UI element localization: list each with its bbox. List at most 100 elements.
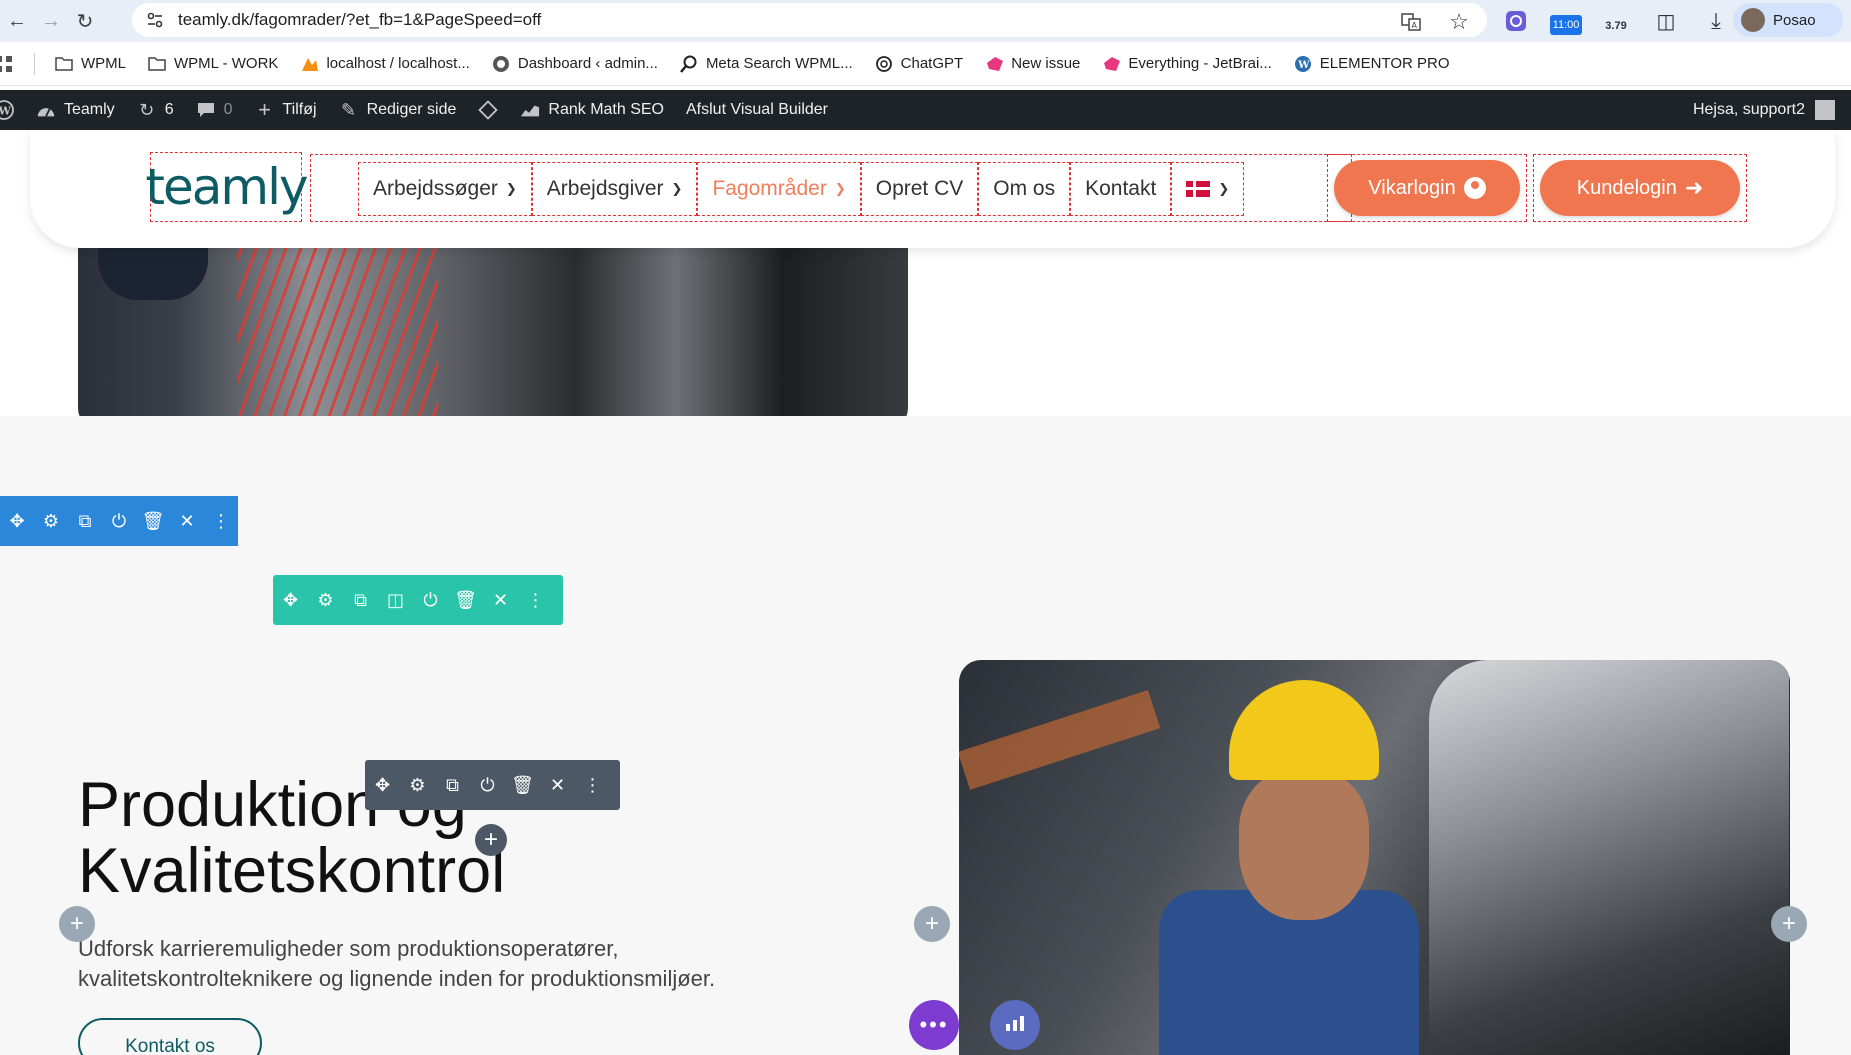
apps-grid-icon[interactable] <box>0 55 14 73</box>
duplicate-icon[interactable]: ⧉ <box>343 575 378 625</box>
power-icon[interactable]: ⏻ <box>413 575 448 625</box>
wp-logo-button[interactable]: W <box>0 100 14 120</box>
svg-text:A: A <box>1412 21 1418 30</box>
bookmark-wpml[interactable]: WPML <box>55 55 126 73</box>
back-icon[interactable]: ← <box>0 4 34 38</box>
address-bar[interactable]: teamly.dk/fagomrader/?et_fb=1&PageSpeed=… <box>132 3 1487 37</box>
move-icon[interactable]: ✥ <box>0 496 34 546</box>
add-column-middle-button[interactable]: + <box>914 906 950 942</box>
vikarlogin-button[interactable]: Vikarlogin <box>1334 160 1520 216</box>
menu-item-opret-cv[interactable]: Opret CV <box>860 162 979 216</box>
wp-account[interactable]: Hejsa, support2 <box>1693 90 1835 130</box>
more-vertical-icon[interactable]: ⋮ <box>204 496 238 546</box>
trash-icon[interactable]: 🗑 <box>505 760 540 810</box>
site-logo[interactable]: teamly <box>145 152 309 222</box>
extension-speed-icon[interactable]: 3.79 <box>1600 5 1632 37</box>
avatar <box>1741 8 1765 32</box>
folder-icon <box>55 55 73 73</box>
forward-icon[interactable]: → <box>34 4 68 38</box>
rank-math-label: Rank Math SEO <box>548 101 664 118</box>
wp-updates[interactable]: ↻ 6 <box>137 100 173 120</box>
move-icon[interactable]: ✥ <box>365 760 400 810</box>
plus-icon: + <box>258 97 271 122</box>
menu-label: Arbejdsgiver <box>546 177 664 200</box>
orange-beam-shape <box>959 690 1161 790</box>
menu-label: Om os <box>993 177 1056 200</box>
extension-gear-icon[interactable] <box>1500 5 1532 37</box>
search-icon <box>679 55 698 73</box>
bookmark-dashboard[interactable]: Dashboard ‹ admin... <box>492 55 658 73</box>
wp-comments[interactable]: 0 <box>196 100 233 120</box>
bookmark-label: WPML - WORK <box>174 55 279 72</box>
menu-item-arbejdsgiver[interactable]: Arbejdsgiver ❯ <box>531 162 698 216</box>
danish-flag-icon <box>1186 181 1211 197</box>
close-icon[interactable]: ✕ <box>170 496 204 546</box>
translate-icon[interactable]: A <box>1395 6 1427 38</box>
logo-text: teamly <box>145 158 308 216</box>
factory-worker-image <box>959 660 1790 1055</box>
jetbrains-icon <box>1102 55 1121 73</box>
move-icon[interactable]: ✥ <box>273 575 308 625</box>
builder-menu-button[interactable]: ••• <box>909 1000 959 1050</box>
trash-icon[interactable]: 🗑 <box>448 575 483 625</box>
power-icon[interactable]: ⏻ <box>102 496 136 546</box>
kontakt-os-button[interactable]: Kontakt os <box>78 1018 262 1055</box>
rank-math-icon <box>520 100 540 120</box>
title-line-2: Kvalitetskontrol <box>78 836 506 906</box>
add-module-button[interactable]: + <box>475 824 507 856</box>
avatar <box>1815 100 1835 120</box>
menu-item-om-os[interactable]: Om os <box>978 162 1071 216</box>
columns-icon[interactable]: ◫ <box>378 575 413 625</box>
globe-icon <box>492 55 510 73</box>
kundelogin-button[interactable]: Kundelogin ➜ <box>1540 160 1740 216</box>
wp-edit-page[interactable]: ✎ Rediger side <box>339 100 456 120</box>
page-stats-button[interactable] <box>990 1000 1040 1050</box>
comments-count: 0 <box>223 101 233 118</box>
wp-exit-builder[interactable]: Afslut Visual Builder <box>686 101 828 119</box>
duplicate-icon[interactable]: ⧉ <box>68 496 102 546</box>
close-icon[interactable]: ✕ <box>483 575 518 625</box>
user-circle-icon <box>1463 177 1486 199</box>
more-vertical-icon[interactable]: ⋮ <box>518 575 553 625</box>
add-column-left-button[interactable]: + <box>59 906 95 942</box>
bookmark-localhost[interactable]: localhost / localhost... <box>300 55 470 73</box>
bookmark-elementor-pro[interactable]: W ELEMENTOR PRO <box>1294 55 1450 73</box>
language-switcher[interactable]: ❯ <box>1171 162 1245 216</box>
reload-icon[interactable]: ↻ <box>68 4 102 38</box>
wp-rank-math[interactable]: Rank Math SEO <box>520 100 664 120</box>
svg-text:W: W <box>0 105 12 118</box>
gear-icon[interactable]: ⚙ <box>34 496 68 546</box>
bookmark-chatgpt[interactable]: ChatGPT <box>875 55 963 73</box>
wp-site-name[interactable]: Teamly <box>36 100 115 120</box>
address-bar-actions: A ☆ <box>1395 6 1475 38</box>
add-column-right-button[interactable]: + <box>1771 906 1807 942</box>
bookmark-everything-jetbrains[interactable]: Everything - JetBrai... <box>1102 55 1272 73</box>
power-icon[interactable]: ⏻ <box>470 760 505 810</box>
helmet-shape <box>1229 680 1379 780</box>
duplicate-icon[interactable]: ⧉ <box>435 760 470 810</box>
bookmark-meta-search[interactable]: Meta Search WPML... <box>679 55 853 73</box>
extensions-puzzle-icon[interactable]: ◫ <box>1650 5 1682 37</box>
more-vertical-icon[interactable]: ⋮ <box>575 760 610 810</box>
trash-icon[interactable]: 🗑 <box>136 496 170 546</box>
site-info-icon[interactable] <box>144 9 166 31</box>
wp-add-new[interactable]: + Tilføj <box>255 97 317 122</box>
profile-button[interactable]: Posao <box>1733 3 1843 37</box>
menu-item-kontakt[interactable]: Kontakt <box>1070 162 1172 216</box>
bookmark-label: New issue <box>1011 55 1081 72</box>
bookmark-wpml-work[interactable]: WPML - WORK <box>148 55 278 73</box>
bookmark-new-issue[interactable]: New issue <box>985 55 1080 73</box>
download-icon[interactable]: ⤓ <box>1700 5 1732 37</box>
add-new-label: Tilføj <box>282 101 317 118</box>
menu-item-arbejdssoger[interactable]: Arbejdssøger ❯ <box>358 162 532 216</box>
close-icon[interactable]: ✕ <box>540 760 575 810</box>
gear-icon[interactable]: ⚙ <box>308 575 343 625</box>
bookmark-star-icon[interactable]: ☆ <box>1443 6 1475 38</box>
divi-diamond-icon <box>478 100 499 120</box>
divi-icon-button[interactable] <box>478 100 499 120</box>
extension-clock-icon[interactable]: 11:00 <box>1550 5 1582 37</box>
kontakt-os-label: Kontakt os <box>125 1036 215 1055</box>
gear-icon[interactable]: ⚙ <box>400 760 435 810</box>
svg-text:W: W <box>1297 60 1310 71</box>
menu-item-fagomrader[interactable]: Fagområder ❯ <box>697 162 861 216</box>
